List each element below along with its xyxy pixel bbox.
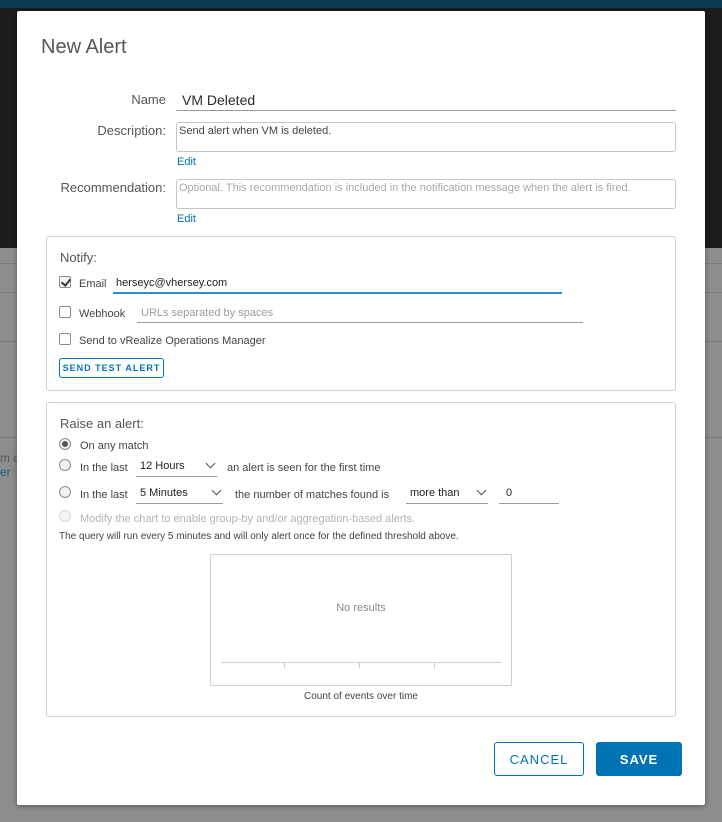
description-label: Description: [97, 123, 166, 138]
name-input[interactable] [176, 89, 676, 111]
send-test-alert-button[interactable]: SEND TEST ALERT [59, 358, 164, 378]
first-time-window-select[interactable]: 12 Hours [136, 457, 217, 477]
first-time-suffix: an alert is seen for the first time [227, 462, 381, 474]
recommendation-textarea[interactable] [176, 179, 676, 209]
description-textarea[interactable]: Send alert when VM is deleted. [176, 122, 676, 152]
chart-tick [359, 662, 360, 668]
app-header-bar [0, 0, 722, 8]
chart-caption: Count of events over time [304, 691, 418, 702]
webhook-checkbox[interactable] [59, 306, 71, 318]
group-by-radio [59, 510, 71, 522]
name-label: Name [131, 92, 166, 107]
threshold-radio[interactable] [59, 486, 71, 498]
notify-section: Notify: Email Webhook Send to vRealize O… [46, 236, 676, 391]
chevron-down-icon [476, 485, 487, 496]
chevron-down-icon [211, 485, 222, 496]
query-schedule-note: The query will run every 5 minutes and w… [59, 531, 459, 542]
first-time-prefix: In the last [80, 462, 128, 474]
email-input[interactable] [113, 274, 562, 294]
chart-x-axis [221, 662, 501, 663]
comparator-value: more than [410, 487, 460, 499]
group-by-disabled-label: Modify the chart to enable group-by and/… [80, 513, 416, 525]
notify-title: Notify: [60, 250, 97, 265]
threshold-window-value: 5 Minutes [140, 487, 188, 499]
dialog-title: New Alert [41, 36, 127, 58]
first-time-window-value: 12 Hours [140, 460, 185, 472]
first-time-radio[interactable] [59, 459, 71, 471]
threshold-value-input[interactable]: 0 [499, 484, 559, 504]
vrops-label: Send to vRealize Operations Manager [79, 335, 266, 347]
comparator-select[interactable]: more than [406, 484, 488, 504]
threshold-prefix: In the last [80, 489, 128, 501]
alert-preview-chart: No results [210, 554, 512, 686]
email-checkbox[interactable] [59, 276, 71, 288]
chart-tick [434, 662, 435, 668]
threshold-window-select[interactable]: 5 Minutes [136, 484, 223, 504]
email-label: Email [79, 278, 107, 290]
webhook-label: Webhook [79, 308, 126, 320]
threshold-middle-text: the number of matches found is [235, 489, 390, 501]
recommendation-label: Recommendation: [60, 180, 167, 195]
on-any-match-label: On any match [80, 440, 149, 452]
description-edit-link[interactable]: Edit [177, 156, 196, 168]
webhook-input[interactable] [137, 303, 583, 323]
cancel-button[interactable]: CANCEL [494, 742, 584, 776]
chart-empty-message: No results [336, 602, 386, 614]
vrops-checkbox[interactable] [59, 333, 71, 345]
chart-tick [284, 662, 285, 668]
background-link-fragment: er [0, 465, 11, 479]
recommendation-edit-link[interactable]: Edit [177, 213, 196, 225]
chevron-down-icon [205, 458, 216, 469]
raise-alert-title: Raise an alert: [60, 416, 144, 431]
save-button[interactable]: SAVE [596, 742, 682, 776]
new-alert-dialog: New Alert Name Description: Send alert w… [17, 11, 705, 805]
raise-alert-section: Raise an alert: On any match In the last… [46, 402, 676, 717]
on-any-match-radio[interactable] [59, 438, 71, 450]
